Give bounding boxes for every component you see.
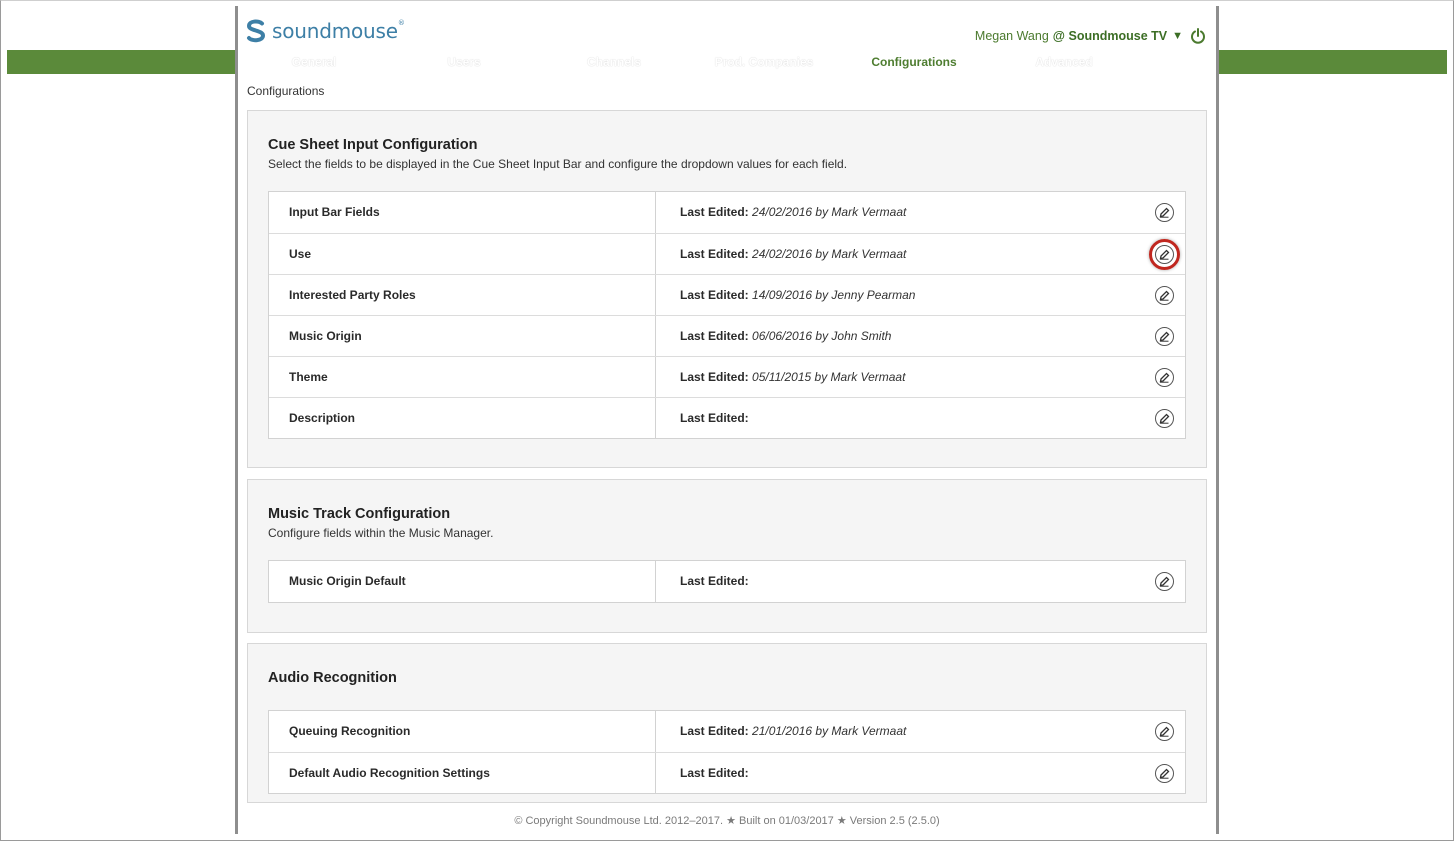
table-row: Default Audio Recognition Settings Last … bbox=[269, 752, 1185, 793]
pencil-edit-icon[interactable] bbox=[1155, 722, 1174, 741]
last-edited-value: 14/09/2016 by Jenny Pearman bbox=[752, 288, 916, 302]
logo[interactable]: soundmouse® bbox=[246, 19, 405, 43]
row-last-edited: Last Edited: bbox=[656, 753, 1185, 793]
last-edited-value: 06/06/2016 by John Smith bbox=[752, 329, 892, 343]
section-title: Cue Sheet Input Configuration bbox=[268, 137, 478, 153]
breadcrumb: Configurations bbox=[247, 84, 325, 98]
row-name: Queuing Recognition bbox=[269, 711, 656, 752]
section-description: Configure fields within the Music Manage… bbox=[268, 526, 494, 540]
last-edited-label: Last Edited: bbox=[680, 205, 749, 219]
table-row: Music Origin Default Last Edited: bbox=[269, 561, 1185, 602]
row-name: Default Audio Recognition Settings bbox=[269, 753, 656, 793]
config-table: Music Origin Default Last Edited: bbox=[268, 560, 1186, 603]
last-edited-label: Last Edited: bbox=[680, 766, 749, 780]
soundmouse-logo-icon bbox=[246, 19, 266, 43]
row-name: Interested Party Roles bbox=[269, 275, 656, 315]
last-edited-value: 21/01/2016 by Mark Vermaat bbox=[752, 724, 907, 738]
row-last-edited: Last Edited: 06/06/2016 by John Smith bbox=[656, 316, 1185, 356]
page-container: soundmouse® Megan Wang @ Soundmouse TV ▼… bbox=[238, 6, 1216, 834]
user-name: Megan Wang bbox=[974, 29, 1049, 43]
logo-text: soundmouse bbox=[272, 19, 398, 43]
last-edited-label: Last Edited: bbox=[680, 288, 749, 302]
last-edited-label: Last Edited: bbox=[680, 574, 749, 588]
table-row: Theme Last Edited: 05/11/2015 by Mark Ve… bbox=[269, 356, 1185, 397]
pencil-edit-icon[interactable] bbox=[1155, 327, 1174, 346]
row-last-edited: Last Edited: 14/09/2016 by Jenny Pearman bbox=[656, 275, 1185, 315]
row-name: Theme bbox=[269, 357, 656, 397]
row-last-edited: Last Edited: 24/02/2016 by Mark Vermaat bbox=[656, 234, 1185, 274]
row-name: Music Origin Default bbox=[269, 561, 656, 602]
row-last-edited: Last Edited: 05/11/2015 by Mark Vermaat bbox=[656, 357, 1185, 397]
section-music-track: Music Track Configuration Configure fiel… bbox=[247, 479, 1207, 633]
table-row: Description Last Edited: bbox=[269, 397, 1185, 438]
last-edited-label: Last Edited: bbox=[680, 329, 749, 343]
pencil-edit-icon[interactable] bbox=[1155, 368, 1174, 387]
section-title: Audio Recognition bbox=[268, 670, 397, 686]
config-table: Input Bar Fields Last Edited: 24/02/2016… bbox=[268, 191, 1186, 439]
pencil-edit-icon[interactable] bbox=[1155, 203, 1174, 222]
pencil-edit-icon[interactable] bbox=[1155, 572, 1174, 591]
last-edited-label: Last Edited: bbox=[680, 411, 749, 425]
tab-configurations[interactable]: Configurations bbox=[839, 50, 989, 74]
row-name: Use bbox=[269, 234, 656, 274]
last-edited-label: Last Edited: bbox=[680, 370, 749, 384]
table-row: Use Last Edited: 24/02/2016 by Mark Verm… bbox=[269, 233, 1185, 274]
page-shadow-right bbox=[1216, 6, 1219, 834]
section-title: Music Track Configuration bbox=[268, 506, 451, 522]
user-menu[interactable]: Megan Wang @ Soundmouse TV ▼ bbox=[975, 28, 1206, 44]
table-row: Queuing Recognition Last Edited: 21/01/2… bbox=[269, 711, 1185, 752]
last-edited-label: Last Edited: bbox=[680, 247, 749, 261]
last-edited-value: 24/02/2016 by Mark Vermaat bbox=[752, 205, 907, 219]
tab-users[interactable]: Users bbox=[389, 50, 539, 74]
last-edited-value: 05/11/2015 by Mark Vermaat bbox=[752, 370, 906, 384]
footer-copyright: © Copyright Soundmouse Ltd. 2012–2017. ★… bbox=[514, 815, 940, 827]
tab-prod-companies[interactable]: Prod. Companies bbox=[689, 50, 839, 74]
last-edited-label: Last Edited: bbox=[680, 724, 749, 738]
row-last-edited: Last Edited: 21/01/2016 by Mark Vermaat bbox=[656, 711, 1185, 752]
row-last-edited: Last Edited: bbox=[656, 561, 1185, 602]
last-edited-value: 24/02/2016 by Mark Vermaat bbox=[752, 247, 907, 261]
company-label: Soundmouse TV bbox=[1068, 29, 1168, 43]
section-cue-sheet-input: Cue Sheet Input Configuration Select the… bbox=[247, 110, 1207, 468]
row-last-edited: Last Edited: 24/02/2016 by Mark Vermaat bbox=[656, 192, 1185, 233]
row-name: Input Bar Fields bbox=[269, 192, 656, 233]
pencil-edit-icon[interactable] bbox=[1155, 409, 1174, 428]
caret-down-icon[interactable]: ▼ bbox=[1172, 30, 1183, 42]
table-row: Music Origin Last Edited: 06/06/2016 by … bbox=[269, 315, 1185, 356]
at-sign: @ bbox=[1052, 29, 1065, 43]
table-row: Interested Party Roles Last Edited: 14/0… bbox=[269, 274, 1185, 315]
pencil-edit-icon[interactable] bbox=[1155, 286, 1174, 305]
logo-trademark: ® bbox=[397, 19, 405, 27]
row-name: Description bbox=[269, 398, 656, 438]
row-last-edited: Last Edited: bbox=[656, 398, 1185, 438]
pencil-edit-icon[interactable] bbox=[1149, 239, 1180, 270]
nav-tabs: General Users Channels Prod. Companies C… bbox=[239, 50, 1139, 74]
config-table: Queuing Recognition Last Edited: 21/01/2… bbox=[268, 710, 1186, 794]
table-row: Input Bar Fields Last Edited: 24/02/2016… bbox=[269, 192, 1185, 233]
tab-channels[interactable]: Channels bbox=[539, 50, 689, 74]
pencil-edit-icon[interactable] bbox=[1155, 764, 1174, 783]
tab-general[interactable]: General bbox=[239, 50, 389, 74]
company-name: @ Soundmouse TV bbox=[1053, 29, 1167, 43]
power-icon[interactable] bbox=[1190, 28, 1206, 44]
tab-advanced[interactable]: Advanced bbox=[989, 50, 1139, 74]
section-description: Select the fields to be displayed in the… bbox=[268, 157, 848, 171]
row-name: Music Origin bbox=[269, 316, 656, 356]
section-audio-recognition: Audio Recognition Queuing Recognition La… bbox=[247, 643, 1207, 803]
